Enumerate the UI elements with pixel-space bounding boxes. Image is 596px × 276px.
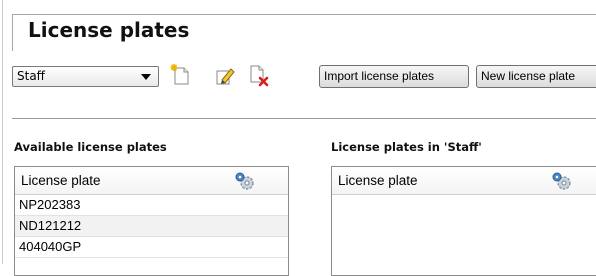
delete-group-icon[interactable] xyxy=(248,63,270,87)
group-dropdown-value: Staff xyxy=(17,69,45,83)
plate-cell: NP202383 xyxy=(19,197,81,212)
available-plates-list[interactable]: License plate NP202383 ND121212 404040GP xyxy=(14,166,289,276)
page-title: License plates xyxy=(28,18,190,42)
import-license-plates-button[interactable]: Import license plates xyxy=(319,65,469,88)
column-settings-icon[interactable] xyxy=(550,171,572,195)
column-header-label: License plate xyxy=(21,173,101,188)
column-header-label: License plate xyxy=(338,173,418,188)
group-dropdown[interactable]: Staff xyxy=(12,66,159,87)
group-plates-heading: License plates in 'Staff' xyxy=(331,140,482,154)
table-row[interactable]: NP202383 xyxy=(15,195,288,216)
new-group-icon[interactable] xyxy=(170,63,192,87)
column-header-license-plate[interactable]: License plate xyxy=(15,167,288,195)
plate-cell: ND121212 xyxy=(19,218,82,233)
section-divider xyxy=(12,118,596,119)
group-plates-list[interactable]: License plate xyxy=(331,166,596,276)
page-header: License plates xyxy=(12,14,596,51)
table-row[interactable]: 404040GP xyxy=(15,237,288,258)
edit-group-icon[interactable] xyxy=(214,63,236,87)
new-license-plate-button[interactable]: New license plate xyxy=(476,65,596,88)
chevron-down-icon xyxy=(141,74,151,80)
available-plates-heading: Available license plates xyxy=(14,140,167,154)
table-row[interactable]: ND121212 xyxy=(15,216,288,237)
column-settings-icon[interactable] xyxy=(233,171,255,195)
left-divider xyxy=(2,0,3,264)
column-header-license-plate[interactable]: License plate xyxy=(332,167,596,195)
plate-cell: 404040GP xyxy=(19,239,82,254)
